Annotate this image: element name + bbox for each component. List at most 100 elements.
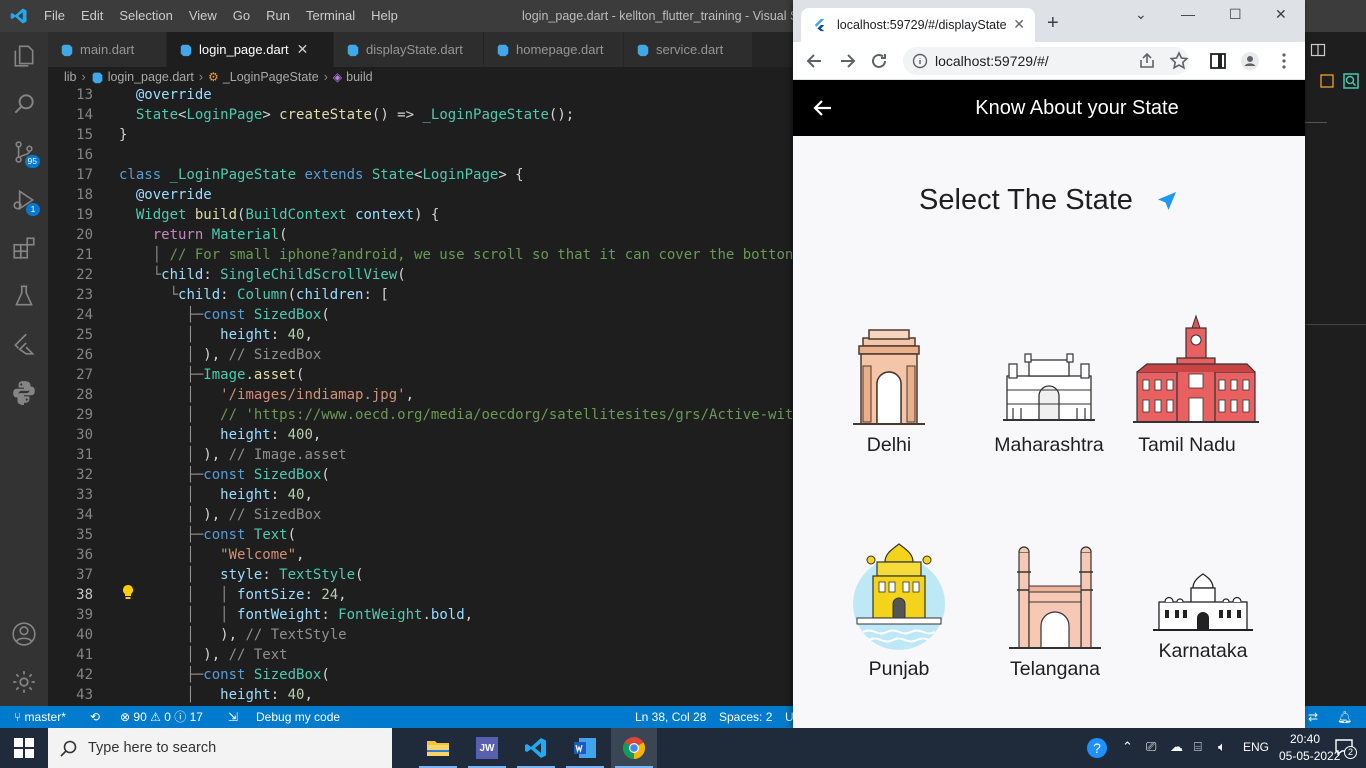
- editor-tabs: main.dart login_page.dart ✕ displayState…: [48, 32, 793, 67]
- close-window-icon[interactable]: ✕: [1275, 6, 1287, 23]
- menu-terminal[interactable]: Terminal: [298, 0, 363, 32]
- branch-status[interactable]: ⑂ master*: [14, 706, 66, 728]
- code-line: 26 │ ), // SizedBox: [76, 347, 322, 363]
- forward-icon[interactable]: [837, 51, 857, 71]
- tab-main-dart[interactable]: main.dart: [48, 32, 167, 67]
- tab-displaystate-dart[interactable]: displayState.dart: [334, 32, 484, 67]
- close-icon[interactable]: ✕: [297, 41, 309, 58]
- file-explorer-button[interactable]: [415, 728, 461, 768]
- problems-status[interactable]: ⊗ 90 ⚠ 0 ⓘ 17: [120, 706, 203, 728]
- remote-button[interactable]: [0, 320, 48, 368]
- url-text: localhost:59729/#/: [935, 53, 1049, 69]
- volume-icon[interactable]: 🔈︎: [1218, 739, 1226, 755]
- state-card-delhi[interactable]: Delhi: [849, 326, 929, 457]
- device-icon[interactable]: ⎚: [1146, 739, 1156, 755]
- show-hidden-icons-icon[interactable]: ⌃: [1122, 739, 1133, 755]
- breadcrumb-folder[interactable]: lib: [64, 70, 77, 84]
- cursor-position[interactable]: Ln 38, Col 28: [635, 706, 706, 728]
- menu-help[interactable]: Help: [363, 0, 406, 32]
- browser-tab[interactable]: localhost:59729/#/displayState ✕: [801, 8, 1035, 42]
- breadcrumb-method[interactable]: build: [346, 70, 372, 84]
- site-info-icon[interactable]: [912, 53, 928, 69]
- word-taskbar-button[interactable]: [562, 728, 608, 768]
- code-line: 17 class _LoginPageState extends State<Lo…: [76, 167, 524, 183]
- breadcrumb-class[interactable]: _LoginPageState: [223, 70, 319, 84]
- preview-icon[interactable]: [1320, 74, 1334, 88]
- language-indicator[interactable]: ENG: [1243, 740, 1269, 754]
- run-debug-button[interactable]: 1: [0, 176, 48, 224]
- tab-service-dart[interactable]: service.dart: [624, 32, 753, 67]
- search-in-editor-icon[interactable]: [1343, 73, 1359, 89]
- menu-file[interactable]: File: [36, 0, 73, 32]
- code-line: 33 │ height: 40,: [76, 487, 313, 503]
- manage-button[interactable]: [0, 658, 48, 706]
- code-line-current: 38 │ │ fontSize: 24,: [76, 587, 347, 603]
- menu-go[interactable]: Go: [225, 0, 258, 32]
- tab-login-page-dart[interactable]: login_page.dart ✕: [167, 32, 334, 67]
- jw-app-button[interactable]: JW: [464, 728, 510, 768]
- breadcrumb-file[interactable]: login_page.dart: [108, 70, 194, 84]
- code-line: 27 ├─Image.asset(: [76, 367, 305, 383]
- search-button[interactable]: [0, 80, 48, 128]
- state-name: Maharashtra: [994, 434, 1104, 456]
- system-tray: ? ⌃ ⎚ ☁ ⌸ 🔈︎ ENG 20:40 05-05-2022 2: [1076, 728, 1366, 768]
- side-panel-icon[interactable]: [1208, 51, 1228, 71]
- sync-icon[interactable]: ⟲: [90, 706, 100, 728]
- menu-run[interactable]: Run: [258, 0, 298, 32]
- profile-avatar-icon[interactable]: [1240, 51, 1260, 71]
- state-card-punjab[interactable]: Punjab: [849, 540, 949, 681]
- accounts-button[interactable]: [0, 610, 48, 658]
- help-icon[interactable]: ?: [1086, 737, 1108, 762]
- extensions-button[interactable]: [0, 224, 48, 272]
- gateway-of-india-icon: [1003, 353, 1095, 421]
- reload-icon[interactable]: [869, 51, 889, 71]
- debug-badge: 1: [26, 203, 40, 216]
- source-control-button[interactable]: 95: [0, 128, 48, 176]
- state-card-telangana[interactable]: Telangana: [999, 546, 1111, 681]
- kebab-menu-icon[interactable]: [1274, 51, 1294, 71]
- chrome-taskbar-button[interactable]: [611, 728, 657, 768]
- menu-view[interactable]: View: [181, 0, 225, 32]
- back-icon[interactable]: [805, 51, 825, 71]
- chennai-central-icon: [1133, 314, 1259, 423]
- taskbar-search[interactable]: Type here to search: [48, 728, 392, 768]
- state-name: Delhi: [866, 434, 912, 456]
- network-icon[interactable]: ⌸: [1194, 739, 1202, 755]
- tab-homepage-dart[interactable]: homepage.dart: [484, 32, 624, 67]
- clock-time[interactable]: 20:40: [1290, 732, 1320, 746]
- bookmark-star-icon[interactable]: [1169, 51, 1189, 71]
- maximize-icon[interactable]: ☐: [1229, 6, 1242, 23]
- remote-icon[interactable]: ⇄: [1308, 706, 1318, 728]
- debug-status[interactable]: Debug my code: [256, 706, 340, 728]
- testing-button[interactable]: [0, 272, 48, 320]
- notification-count: 2: [1344, 746, 1358, 759]
- state-card-tamil-nadu[interactable]: Tamil Nadu: [1133, 314, 1259, 457]
- notifications-bell-icon[interactable]: 🔔︎: [1337, 706, 1352, 728]
- minimap-slider[interactable]: [1305, 324, 1366, 325]
- close-tab-icon[interactable]: ✕: [1013, 16, 1025, 33]
- indentation[interactable]: Spaces: 2: [719, 706, 772, 728]
- state-card-karnataka[interactable]: Karnataka: [1151, 572, 1255, 663]
- vscode-taskbar-button[interactable]: [513, 728, 559, 768]
- search-placeholder: Type here to search: [88, 740, 217, 756]
- new-tab-button[interactable]: +: [1047, 12, 1059, 35]
- tab-search-icon[interactable]: ⌄: [1135, 6, 1147, 23]
- minimize-icon[interactable]: —: [1181, 6, 1195, 22]
- menu-edit[interactable]: Edit: [73, 0, 111, 32]
- onedrive-icon[interactable]: ☁: [1170, 739, 1183, 755]
- share-icon[interactable]: [1137, 51, 1157, 71]
- browser-tabstrip: localhost:59729/#/displayState ✕ + ⌄ — ☐…: [793, 0, 1305, 42]
- code-line: 15}: [76, 127, 128, 143]
- lightbulb-icon[interactable]: [121, 584, 135, 600]
- code-line: 25 │ height: 40,: [76, 327, 313, 343]
- code-editor[interactable]: 13 @override 14 State<LoginPage> createS…: [48, 87, 793, 706]
- explorer-button[interactable]: [0, 32, 48, 80]
- menu-selection[interactable]: Selection: [111, 0, 180, 32]
- browser-tab-title: localhost:59729/#/displayState: [837, 18, 1007, 32]
- vscode-logo-icon: [10, 8, 27, 24]
- python-button[interactable]: [0, 368, 48, 416]
- windows-start-icon[interactable]: [14, 738, 34, 758]
- state-card-maharashtra[interactable]: Maharashtra: [993, 326, 1105, 457]
- split-editor-icon[interactable]: [1310, 42, 1326, 58]
- clock-date[interactable]: 05-05-2022: [1279, 749, 1340, 763]
